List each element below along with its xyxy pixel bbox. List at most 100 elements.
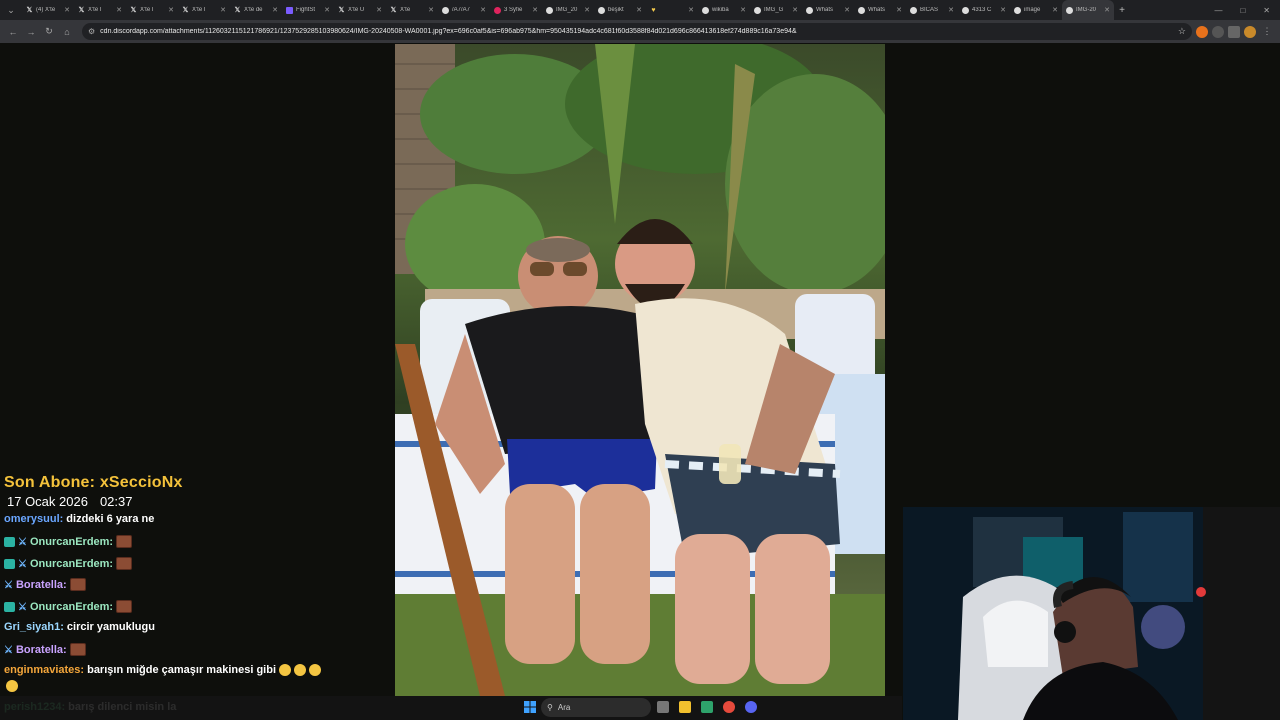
maximize-icon[interactable]: □ [1240, 6, 1245, 15]
home-icon[interactable]: ⌂ [60, 25, 74, 39]
tab-close-icon[interactable]: ✕ [636, 6, 642, 14]
sword-badge-icon: ⚔ [18, 536, 27, 548]
last-subscriber-banner: Son Abone: xSeccioNx [4, 474, 183, 491]
close-window-icon[interactable]: ✕ [1263, 6, 1270, 15]
browser-tab[interactable]: image ✕ [1010, 0, 1062, 20]
search-icon: ⚲ [547, 703, 553, 712]
laughing-emoji-icon [6, 680, 18, 692]
tab-close-icon[interactable]: ✕ [428, 6, 434, 14]
minimize-icon[interactable]: — [1214, 6, 1222, 15]
browser-tab[interactable]: Whats ✕ [802, 0, 854, 20]
browser-tab[interactable]: 𝕏 X'te de ✕ [230, 0, 282, 20]
chat-username: omerysuul: [4, 513, 64, 525]
tab-close-icon[interactable]: ✕ [324, 6, 330, 14]
globe-icon [754, 6, 761, 14]
browser-tab[interactable]: 4313 C ✕ [958, 0, 1010, 20]
globe-icon [1066, 6, 1073, 14]
subscriber-badge-icon [4, 558, 15, 569]
emote-icon [116, 600, 133, 613]
extensions-puzzle-icon[interactable] [1228, 25, 1240, 38]
globe-icon [1014, 6, 1021, 14]
tab-close-icon[interactable]: ✕ [1104, 6, 1110, 14]
globe-icon [858, 6, 865, 14]
browser-tab[interactable]: IMG_20 ✕ [542, 0, 594, 20]
x-logo-icon: 𝕏 [182, 6, 189, 14]
file-explorer-icon[interactable] [679, 701, 691, 713]
tab-close-icon[interactable]: ✕ [376, 6, 382, 14]
back-icon[interactable]: ← [6, 25, 20, 39]
bookmark-star-icon[interactable]: ☆ [1178, 26, 1186, 37]
browser-tab[interactable]: IMG_G ✕ [750, 0, 802, 20]
time-text: 02:37 [99, 494, 133, 509]
tab-close-icon[interactable]: ✕ [584, 6, 590, 14]
tab-close-icon[interactable]: ✕ [948, 6, 954, 14]
tab-close-icon[interactable]: ✕ [220, 6, 226, 14]
globe-icon [702, 6, 709, 14]
browser-tab[interactable]: 𝕏 X'te İ ✕ [178, 0, 230, 20]
image-viewer [395, 44, 885, 696]
tab-title: IMG_G [764, 7, 784, 13]
tab-close-icon[interactable]: ✕ [844, 6, 850, 14]
browser-tab[interactable]: 𝕏 (4) X'te ✕ [22, 0, 74, 20]
site-info-icon[interactable]: ⚙ [88, 27, 95, 36]
tab-close-icon[interactable]: ✕ [1000, 6, 1006, 14]
browser-tab[interactable]: 𝕏 X'te İ ✕ [126, 0, 178, 20]
windows-start-icon[interactable] [524, 701, 536, 713]
browser-tab[interactable]: 𝕏 X'te Ü ✕ [334, 0, 386, 20]
extension-icon[interactable] [1212, 25, 1224, 38]
browser-tab[interactable]: 𝕏 X'te ✕ [386, 0, 438, 20]
url-text[interactable]: cdn.discordapp.com/attachments/112603211… [100, 28, 1173, 35]
app-icon[interactable] [701, 701, 713, 713]
browser-tab[interactable]: 𝕏 X'te İ ✕ [74, 0, 126, 20]
globe-icon [598, 6, 605, 14]
tab-close-icon[interactable]: ✕ [532, 6, 538, 14]
browser-menu-icon[interactable]: ⋮ [1260, 25, 1274, 39]
tab-title: X'te İ [88, 7, 102, 13]
tab-close-icon[interactable]: ✕ [168, 6, 174, 14]
browser-tab[interactable]: beşikt ✕ [594, 0, 646, 20]
tab-title: Whats [868, 7, 886, 13]
tab-title: IMG-20 [1076, 7, 1097, 13]
extension-icon[interactable] [1196, 25, 1208, 38]
tab-title: wikiba [712, 7, 729, 13]
tab-close-icon[interactable]: ✕ [64, 6, 70, 14]
tab-close-icon[interactable]: ✕ [740, 6, 746, 14]
red-dot-icon [494, 6, 501, 14]
discord-icon[interactable] [745, 701, 757, 713]
browser-tab[interactable]: /A7/A7 ✕ [438, 0, 490, 20]
chat-message: enginmaviates: barışın miğde çamaşır maki… [4, 664, 322, 676]
tab-close-icon[interactable]: ✕ [272, 6, 278, 14]
tab-search-button[interactable]: ⌄ [0, 0, 22, 20]
tab-close-icon[interactable]: ✕ [116, 6, 122, 14]
feather-icon [286, 6, 293, 14]
browser-tab[interactable]: wikiba ✕ [698, 0, 750, 20]
tab-close-icon[interactable]: ✕ [480, 6, 486, 14]
sword-badge-icon: ⚔ [4, 644, 13, 656]
tab-close-icon[interactable]: ✕ [688, 6, 694, 14]
x-logo-icon: 𝕏 [26, 6, 33, 14]
browser-tab[interactable]: ♥ ✕ [646, 0, 698, 20]
new-tab-button[interactable]: + [1114, 5, 1130, 16]
forward-icon[interactable]: → [24, 25, 38, 39]
tab-close-icon[interactable]: ✕ [896, 6, 902, 14]
browser-tab[interactable]: BICAS ✕ [906, 0, 958, 20]
address-bar[interactable]: ⚙ cdn.discordapp.com/attachments/1126032… [82, 23, 1192, 40]
chrome-icon[interactable] [723, 701, 735, 713]
browser-tab[interactable]: Whats ✕ [854, 0, 906, 20]
taskbar-search[interactable]: ⚲ Ara [541, 698, 651, 717]
task-view-icon[interactable] [657, 701, 669, 713]
tab-title: beşikt [608, 7, 624, 13]
browser-tab[interactable]: FightSt ✕ [282, 0, 334, 20]
profile-avatar[interactable] [1244, 25, 1256, 38]
chat-message: ⚔ OnurcanErdem: [4, 535, 133, 548]
tab-title: X'te İ [140, 7, 154, 13]
tab-close-icon[interactable]: ✕ [792, 6, 798, 14]
reload-icon[interactable]: ↻ [42, 25, 56, 39]
browser-tab[interactable]: 3 Syfie ✕ [490, 0, 542, 20]
globe-icon [442, 6, 449, 14]
emote-icon [116, 535, 133, 548]
date-text: 17 Ocak 2026 [7, 494, 88, 509]
browser-tab[interactable]: IMG-20 ✕ [1062, 0, 1114, 20]
chat-message: ⚔ Boratella: [4, 643, 86, 656]
tab-close-icon[interactable]: ✕ [1052, 6, 1058, 14]
